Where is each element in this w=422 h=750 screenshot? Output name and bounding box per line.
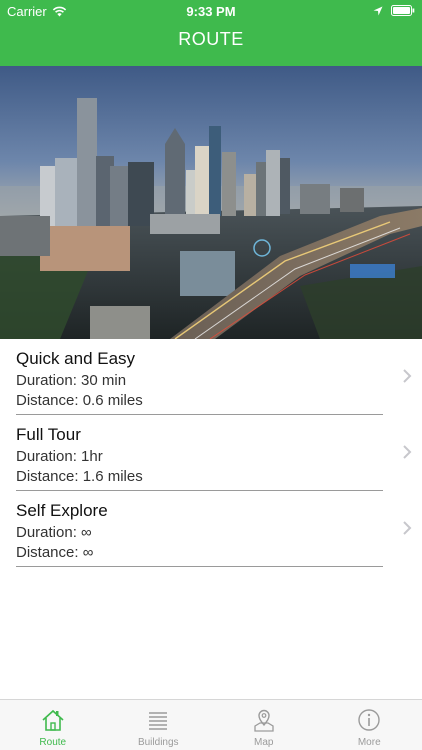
route-distance: Distance: 0.6 miles [16,392,143,409]
tab-label: More [357,737,381,748]
city-skyline-photo [0,66,422,339]
route-title: Full Tour [16,425,81,444]
clock: 9:33 PM [186,4,236,19]
tab-more[interactable]: More [317,700,422,750]
route-item-quick-and-easy[interactable]: Quick and Easy Duration: 30 min Distance… [16,339,412,415]
status-bar: Carrier 9:33 PM [0,0,422,22]
header: Carrier 9:33 PM ROUTE [0,0,422,66]
location-arrow-icon [373,6,383,15]
route-duration: Duration: ∞ [16,524,92,541]
tab-label: Route [39,737,67,748]
map-pin-icon [254,709,274,732]
tab-bar: Route Buildings Map More [0,699,422,750]
route-title: Self Explore [16,501,108,520]
tab-label: Map [254,737,274,748]
battery-icon [391,5,415,16]
route-distance: Distance: ∞ [16,544,94,561]
tab-route[interactable]: Route [0,700,106,750]
chevron-right-icon [403,445,412,459]
route-distance: Distance: 1.6 miles [16,468,143,485]
route-duration: Duration: 30 min [16,372,127,389]
status-right [373,5,415,16]
route-duration: Duration: 1hr [16,448,103,465]
home-icon [42,709,64,731]
route-list: Quick and Easy Duration: 30 min Distance… [0,339,422,567]
tab-label: Buildings [137,737,179,748]
tab-buildings[interactable]: Buildings [106,700,212,750]
page-title: ROUTE [178,29,244,49]
tab-map[interactable]: Map [211,700,317,750]
hero-image [0,66,422,339]
route-item-self-explore[interactable]: Self Explore Duration: ∞ Distance: ∞ [16,491,412,567]
route-title: Quick and Easy [16,349,136,368]
route-item-full-tour[interactable]: Full Tour Duration: 1hr Distance: 1.6 mi… [16,415,412,491]
chevron-right-icon [403,521,412,535]
chevron-right-icon [403,369,412,383]
info-icon [358,709,380,731]
list-icon [149,712,168,730]
